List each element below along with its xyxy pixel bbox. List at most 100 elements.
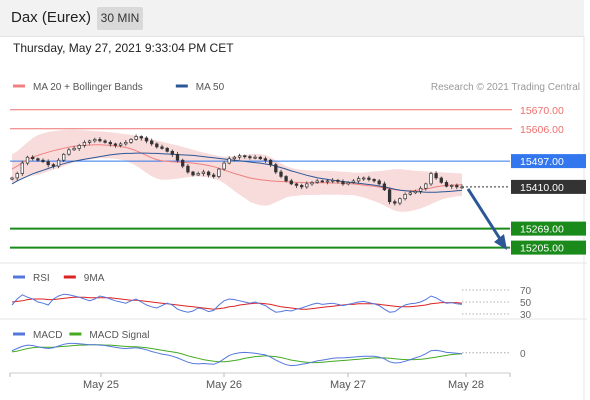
candle-down (372, 179, 376, 182)
candle-up (362, 177, 366, 180)
level-label-resistance: 15606.00 (520, 124, 564, 136)
rsi-tick-label: 50 (520, 298, 532, 309)
candle-down (175, 153, 180, 161)
candle-down (393, 201, 397, 204)
rsi-legend: RSI 9MA (13, 273, 105, 284)
candle-up (331, 179, 335, 182)
candle-down (341, 181, 345, 185)
candle-up (129, 139, 133, 143)
candle-down (139, 136, 143, 139)
x-axis: May 25 May 26 May 27 May 28 (9, 373, 511, 391)
candle-up (418, 187, 423, 192)
candle-up (408, 192, 412, 195)
level-label-pivot: 15497.00 (520, 156, 564, 168)
candle-up (20, 162, 24, 174)
candle-down (160, 146, 164, 149)
candle-down (336, 179, 340, 182)
legend-label: MACD (33, 330, 62, 341)
candle-down (108, 142, 112, 145)
candle-down (103, 140, 107, 143)
legend-label: MA 50 (196, 82, 225, 93)
candle-up (56, 159, 61, 167)
level-label-resistance: 15670.00 (520, 105, 564, 117)
copyright-text: Research © 2021 Trading Central (431, 82, 580, 93)
candle-up (237, 155, 242, 158)
macd-panel: 0 (11, 342, 526, 367)
candle-down (243, 155, 247, 158)
candle-down (165, 147, 169, 152)
x-tick-label: May 26 (206, 379, 242, 391)
candle-up (356, 178, 361, 182)
rsi-tick-label: 70 (520, 286, 532, 297)
level-label-current: 15410.00 (520, 182, 564, 194)
candle-up (222, 162, 226, 170)
candle-down (51, 164, 56, 167)
candle-down (320, 180, 324, 183)
rsi-line (11, 293, 463, 313)
candle-up (315, 180, 319, 183)
macd-tick-label: 0 (520, 349, 526, 360)
candle-up (124, 142, 128, 145)
candle-up (424, 183, 428, 189)
candle-down (41, 159, 45, 163)
candle-down (382, 183, 387, 191)
candle-down (258, 156, 262, 160)
macd-legend: MACD MACD Signal (13, 330, 149, 341)
candle-up (450, 185, 454, 187)
candle-up (232, 156, 237, 160)
technical-chart: MA 20 + Bollinger Bands MA 50 Research © … (0, 36, 587, 400)
candle-up (429, 173, 433, 185)
candle-up (253, 156, 257, 159)
candle-down (212, 174, 216, 177)
candle-up (460, 186, 464, 189)
candle-down (31, 156, 35, 160)
candle-down (294, 183, 299, 186)
candle-up (325, 180, 330, 183)
candle-up (118, 143, 123, 146)
candle-down (377, 180, 381, 185)
candle-up (201, 171, 206, 174)
candle-down (46, 161, 50, 166)
candle-down (367, 177, 371, 180)
candle-down (289, 180, 293, 185)
candle-down (98, 139, 102, 142)
rsi-tick-label: 30 (520, 310, 532, 321)
candle-up (217, 168, 221, 177)
candle-down (144, 137, 149, 142)
legend-label: 9MA (84, 273, 105, 284)
candle-down (150, 140, 154, 145)
candle-up (25, 156, 30, 164)
candle-down (268, 159, 273, 165)
legend-label: MACD Signal (89, 330, 149, 341)
candle-up (10, 177, 14, 180)
macd-line (11, 342, 463, 367)
candle-up (93, 139, 97, 142)
bollinger-band-fill (12, 129, 462, 212)
candle-down (444, 182, 449, 187)
candle-up (134, 136, 138, 140)
candle-down (113, 143, 118, 146)
x-tick-label: May 25 (83, 379, 119, 391)
level-label-support: 15269.00 (520, 224, 564, 236)
candle-down (248, 156, 252, 159)
candle-down (455, 185, 459, 188)
x-tick-label: May 28 (448, 379, 484, 391)
candle-up (62, 153, 66, 161)
candle-up (305, 183, 309, 188)
candle-up (398, 198, 402, 204)
candle-down (186, 165, 190, 173)
candle-down (170, 150, 174, 155)
candle-down (279, 171, 283, 177)
legend-label: RSI (33, 273, 50, 284)
candle-down (181, 159, 185, 167)
candle-down (439, 177, 443, 183)
candle-up (310, 182, 314, 185)
candle-up (82, 142, 87, 146)
candle-down (274, 164, 278, 173)
candle-up (87, 140, 92, 143)
x-tick-label: May 27 (330, 379, 366, 391)
candle-down (387, 189, 392, 203)
candle-down (284, 176, 288, 182)
candle-down (206, 171, 211, 176)
candle-down (155, 143, 159, 148)
